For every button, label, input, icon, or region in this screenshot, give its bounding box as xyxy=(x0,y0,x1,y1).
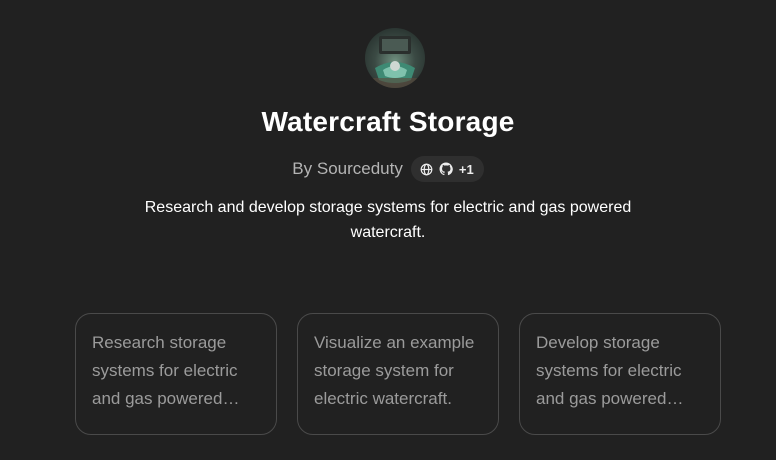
starter-text: Visualize an example storage system for … xyxy=(314,333,475,408)
author-label: By Sourceduty xyxy=(292,159,403,178)
starter-text: Research storage systems for electric an… xyxy=(92,333,238,408)
github-icon xyxy=(439,162,453,176)
gpt-title: Watercraft Storage xyxy=(261,106,515,137)
starter-text: Develop storage systems for electric and… xyxy=(536,333,682,408)
conversation-starters: Research storage systems for electric an… xyxy=(75,313,721,435)
badge-count: +1 xyxy=(458,161,474,177)
starter-card[interactable]: Develop storage systems for electric and… xyxy=(519,313,721,435)
starter-card[interactable]: Visualize an example storage system for … xyxy=(297,313,499,435)
boat-storage-avatar-icon xyxy=(365,36,425,88)
gpt-avatar xyxy=(365,28,425,88)
globe-icon xyxy=(420,163,433,176)
links-badge[interactable]: +1 xyxy=(410,156,484,182)
starter-card[interactable]: Research storage systems for electric an… xyxy=(75,313,277,435)
gpt-description: Research and develop storage systems for… xyxy=(144,199,632,241)
gpt-byline: By Sourceduty +1 xyxy=(0,156,776,182)
